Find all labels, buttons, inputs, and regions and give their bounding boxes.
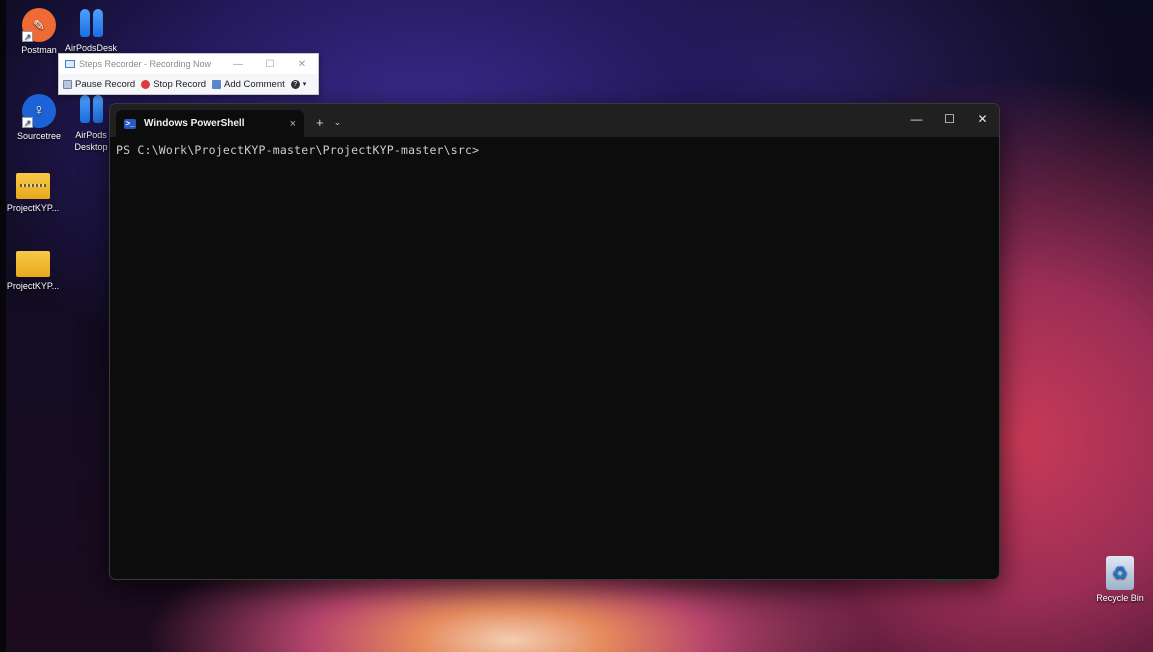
- chevron-down-icon: ▾: [302, 81, 307, 88]
- stop-record-label: Stop Record: [153, 78, 207, 90]
- terminal-output[interactable]: PS C:\Work\ProjectKYP-master\ProjectKYP-…: [110, 137, 999, 163]
- desktop-icon-label: AirPodsDesk: [64, 43, 118, 53]
- pause-record-button[interactable]: Pause Record: [63, 79, 135, 90]
- tab-close-button[interactable]: ×: [290, 118, 296, 130]
- maximize-button[interactable]: ☐: [254, 59, 286, 70]
- desktop-icon-postman[interactable]: ✎ ↗ Postman: [10, 8, 68, 55]
- help-icon: ?: [290, 79, 300, 89]
- folder-icon: [16, 244, 50, 278]
- terminal-prompt: PS C:\Work\ProjectKYP-master\ProjectKYP-…: [116, 143, 480, 157]
- tab-title: Windows PowerShell: [144, 118, 245, 129]
- steps-recorder-app-icon: [65, 60, 75, 68]
- comment-icon: [212, 79, 222, 89]
- desktop-icon-label: Recycle Bin: [1096, 593, 1144, 603]
- airpods-icon: [74, 92, 108, 126]
- terminal-titlebar[interactable]: >_ Windows PowerShell × + ⌄ — ☐ ✕: [110, 104, 999, 137]
- pause-record-label: Pause Record: [75, 78, 136, 90]
- steps-recorder-window: Steps Recorder - Recording Now — ☐ ✕ Pau…: [58, 53, 319, 95]
- powershell-icon: >_: [124, 118, 136, 129]
- postman-icon: ✎ ↗: [22, 8, 56, 42]
- stop-record-button[interactable]: Stop Record: [141, 79, 206, 90]
- add-comment-button[interactable]: Add Comment: [212, 79, 285, 90]
- zip-folder-icon: [16, 166, 50, 200]
- add-comment-label: Add Comment: [224, 78, 285, 90]
- recycle-bin-icon: ♻: [1103, 556, 1137, 590]
- shortcut-arrow-icon: ↗: [22, 31, 33, 42]
- terminal-window: >_ Windows PowerShell × + ⌄ — ☐ ✕ PS C:\…: [109, 103, 1000, 580]
- desktop-icon-label: ProjectKYP...: [6, 203, 60, 213]
- terminal-close-button[interactable]: ✕: [966, 104, 999, 137]
- steps-recorder-toolbar: Pause Record Stop Record Add Comment ? ▾: [59, 74, 318, 94]
- sourcetree-icon: ♀ ↗: [22, 94, 56, 128]
- terminal-minimize-button[interactable]: —: [900, 104, 933, 137]
- pause-icon: [63, 79, 72, 89]
- airpods-icon: [74, 6, 108, 40]
- tab-dropdown-button[interactable]: ⌄: [334, 117, 342, 128]
- steps-recorder-titlebar[interactable]: Steps Recorder - Recording Now — ☐ ✕: [59, 54, 318, 74]
- terminal-maximize-button[interactable]: ☐: [933, 104, 966, 137]
- desktop-icon-recycle-bin[interactable]: ♻ Recycle Bin: [1091, 556, 1149, 603]
- desktop-icon-sourcetree[interactable]: ♀ ↗ Sourcetree: [10, 94, 68, 141]
- help-button[interactable]: ? ▾: [290, 79, 307, 89]
- desktop-icon-project-folder[interactable]: ProjectKYP...: [6, 244, 62, 291]
- desktop-icon-project-zip[interactable]: ProjectKYP...: [6, 166, 62, 213]
- tab-windows-powershell[interactable]: >_ Windows PowerShell ×: [116, 110, 304, 137]
- desktop-icon-airpodsdesk[interactable]: AirPodsDesk: [62, 6, 120, 53]
- steps-recorder-title: Steps Recorder - Recording Now: [79, 59, 212, 69]
- shortcut-arrow-icon: ↗: [22, 117, 33, 128]
- close-button[interactable]: ✕: [286, 59, 318, 70]
- stop-icon: [141, 79, 151, 89]
- desktop-icon-label: ProjectKYP...: [6, 281, 60, 291]
- minimize-button[interactable]: —: [222, 59, 254, 70]
- new-tab-button[interactable]: +: [316, 115, 324, 130]
- desktop-icon-label: Sourcetree: [16, 131, 62, 141]
- desktop-icon-label: AirPods Desktop: [74, 130, 108, 152]
